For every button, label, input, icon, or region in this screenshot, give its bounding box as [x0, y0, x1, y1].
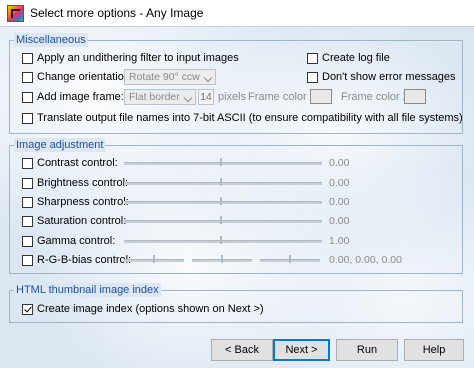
change-orientation-checkbox[interactable]	[22, 71, 33, 83]
frame-size-input[interactable]: 14	[198, 89, 214, 105]
saturation-slider[interactable]	[124, 220, 322, 223]
contrast-control-option[interactable]: Contrast control:	[22, 155, 118, 171]
gamma-slider-thumb[interactable]	[220, 236, 222, 244]
saturation-value: 0.00	[329, 215, 350, 227]
contrast-control-label: Contrast control:	[37, 157, 118, 169]
saturation-control-checkbox[interactable]	[22, 215, 33, 227]
miscellaneous-title: Miscellaneous	[14, 33, 88, 47]
change-orientation-option[interactable]: Change orientation:	[22, 69, 133, 85]
frame-size-unit: pixels	[218, 91, 247, 103]
image-adjustment-title: Image adjustment	[14, 138, 106, 152]
frame-type-select-value: Flat border	[129, 91, 180, 103]
sharpness-slider-thumb[interactable]	[220, 197, 222, 205]
window-title: Select more options - Any Image	[30, 6, 204, 20]
orientation-select-value: Rotate 90° ccw	[129, 71, 200, 83]
green-bias-slider-thumb[interactable]	[221, 255, 223, 263]
create-index-option[interactable]: Create image index (options shown on Nex…	[22, 301, 264, 317]
brightness-control-label: Brightness control:	[37, 177, 129, 189]
apply-undither-label: Apply an undithering filter to input ima…	[37, 52, 239, 64]
frame-color-2-swatch[interactable]	[404, 89, 426, 104]
next-button[interactable]: Next >	[273, 339, 330, 361]
thumbnail-index-title: HTML thumbnail image index	[14, 283, 161, 297]
brightness-value: 0.00	[329, 177, 350, 189]
sharpness-control-option[interactable]: Sharpness control:	[22, 194, 129, 210]
brightness-control-checkbox[interactable]	[22, 177, 33, 189]
orientation-select[interactable]: Rotate 90° ccw	[124, 69, 216, 85]
sharpness-control-label: Sharpness control:	[37, 196, 129, 208]
translate-names-option[interactable]: Translate output file names into 7-bit A…	[22, 110, 463, 126]
create-index-checkbox[interactable]	[22, 303, 33, 315]
create-log-option[interactable]: Create log file	[307, 50, 390, 66]
create-log-label: Create log file	[322, 52, 390, 64]
translate-names-checkbox[interactable]	[22, 112, 33, 124]
red-bias-slider-thumb[interactable]	[153, 255, 155, 263]
saturation-control-label: Saturation control:	[37, 215, 127, 227]
translate-names-label: Translate output file names into 7-bit A…	[37, 112, 463, 124]
contrast-value: 0.00	[329, 157, 350, 169]
chevron-down-icon	[183, 93, 193, 103]
back-button[interactable]: < Back	[211, 339, 273, 361]
frame-color-1-label: Frame color 1:	[248, 91, 319, 103]
gamma-control-option[interactable]: Gamma control:	[22, 233, 115, 249]
apply-undither-checkbox[interactable]	[22, 52, 33, 64]
dont-show-errors-label: Don't show error messages	[322, 71, 456, 83]
contrast-slider-thumb[interactable]	[220, 158, 222, 166]
sharpness-value: 0.00	[329, 196, 350, 208]
rgb-bias-control-option[interactable]: R-G-B-bias control:	[22, 252, 131, 268]
app-icon	[7, 5, 24, 22]
contrast-control-checkbox[interactable]	[22, 157, 33, 169]
gamma-slider[interactable]	[124, 240, 322, 243]
blue-bias-slider-thumb[interactable]	[289, 255, 291, 263]
sharpness-slider[interactable]	[124, 201, 322, 204]
rgb-bias-control-checkbox[interactable]	[22, 254, 33, 266]
saturation-slider-thumb[interactable]	[220, 216, 222, 224]
change-orientation-label: Change orientation:	[37, 71, 134, 83]
brightness-control-option[interactable]: Brightness control:	[22, 175, 128, 191]
add-image-frame-label: Add image frame:	[37, 91, 124, 103]
brightness-slider-thumb[interactable]	[220, 178, 222, 186]
dont-show-errors-option[interactable]: Don't show error messages	[307, 69, 456, 85]
title-bar: Select more options - Any Image	[0, 0, 474, 26]
contrast-slider[interactable]	[124, 162, 322, 165]
frame-type-select[interactable]: Flat border	[124, 89, 196, 105]
help-button[interactable]: Help	[404, 339, 464, 361]
add-image-frame-option[interactable]: Add image frame:	[22, 89, 124, 105]
frame-color-2-label: Frame color 2:	[341, 91, 412, 103]
apply-undither-option[interactable]: Apply an undithering filter to input ima…	[22, 50, 239, 66]
rgb-bias-control-label: R-G-B-bias control:	[37, 254, 132, 266]
add-image-frame-checkbox[interactable]	[22, 91, 33, 103]
chevron-down-icon	[203, 73, 213, 83]
gamma-value: 1.00	[329, 235, 350, 247]
dont-show-errors-checkbox[interactable]	[307, 71, 318, 83]
rgb-bias-value: 0.00, 0.00, 0.00	[329, 254, 402, 266]
frame-color-1-swatch[interactable]	[310, 89, 332, 104]
run-button[interactable]: Run	[336, 339, 398, 361]
create-index-label: Create image index (options shown on Nex…	[37, 303, 264, 315]
sharpness-control-checkbox[interactable]	[22, 196, 33, 208]
saturation-control-option[interactable]: Saturation control:	[22, 213, 126, 229]
brightness-slider[interactable]	[124, 182, 322, 185]
create-log-checkbox[interactable]	[307, 52, 318, 64]
gamma-control-label: Gamma control:	[37, 235, 116, 247]
gamma-control-checkbox[interactable]	[22, 235, 33, 247]
